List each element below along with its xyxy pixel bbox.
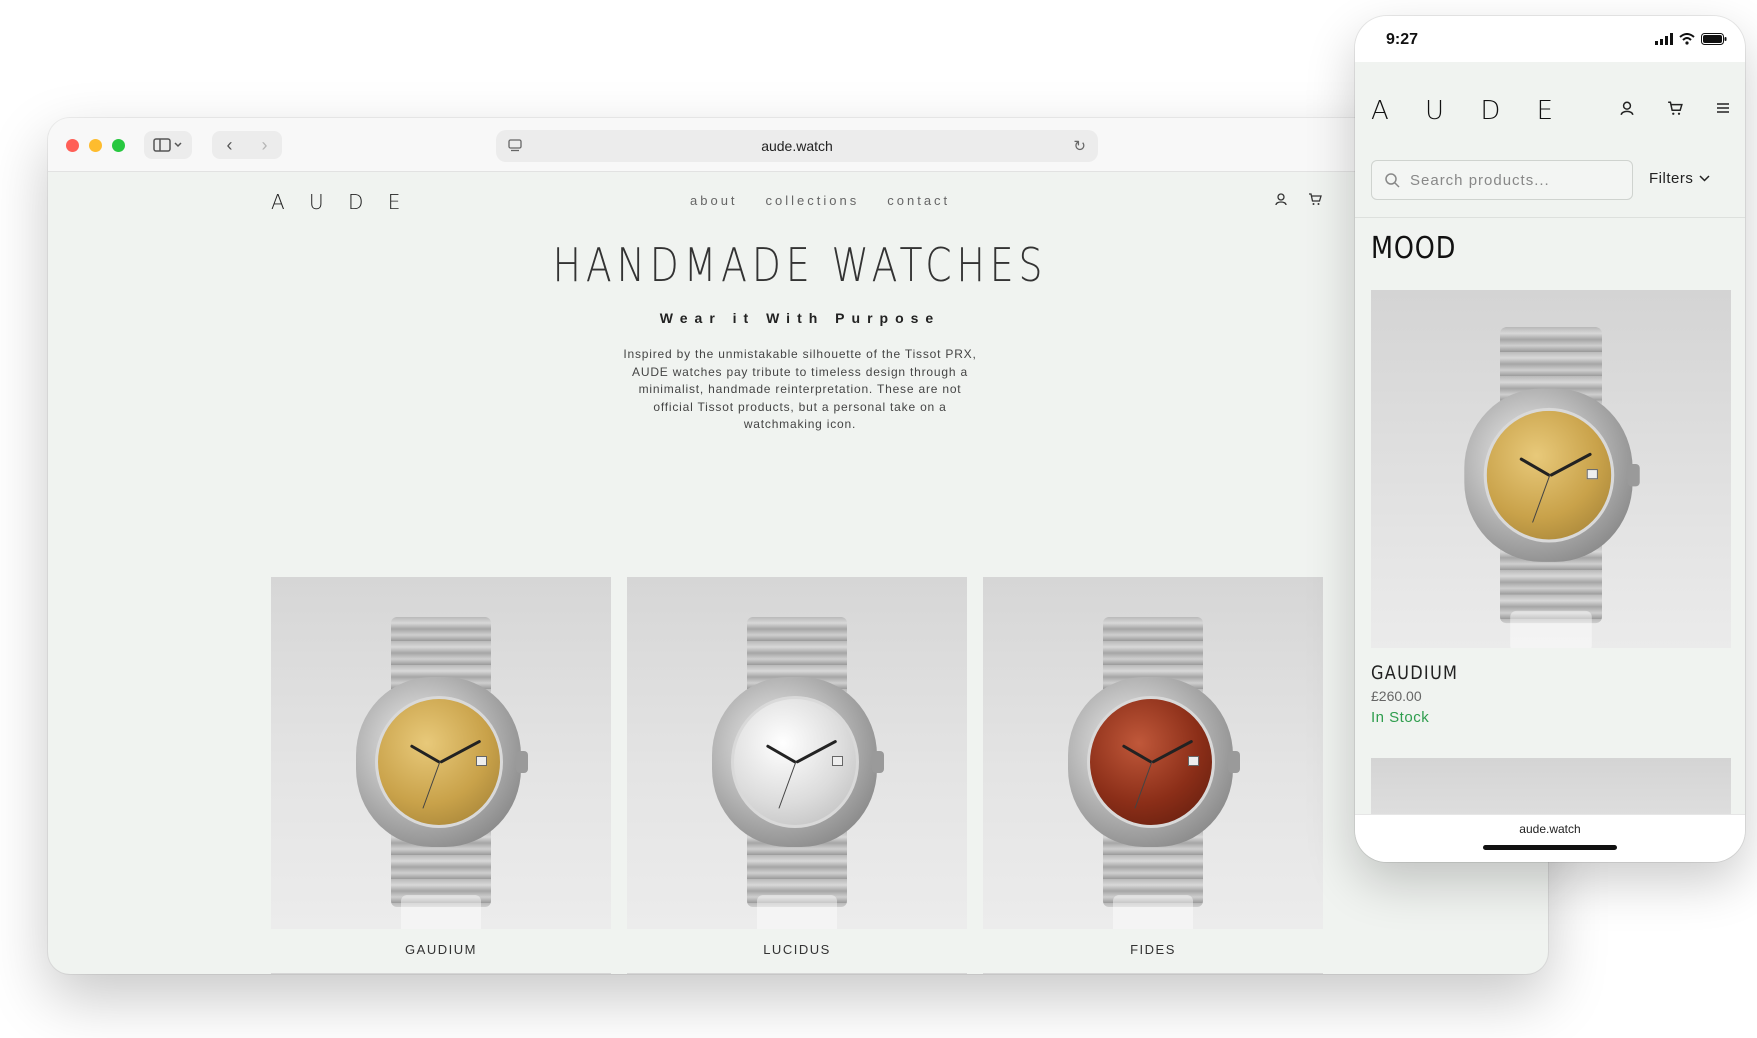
watch-illustration <box>1464 290 1640 648</box>
header-actions <box>1274 192 1324 208</box>
product-image[interactable] <box>983 577 1323 929</box>
chevron-down-icon <box>1699 175 1710 182</box>
search-input[interactable]: Search products... <box>1371 160 1633 200</box>
watch-illustration <box>712 577 884 929</box>
signal-icon <box>1655 33 1673 45</box>
search-icon <box>1385 173 1400 188</box>
hero-subtitle: Wear it With Purpose <box>659 310 941 326</box>
product-image[interactable] <box>271 973 611 974</box>
product-name[interactable]: GAUDIUM <box>271 942 611 957</box>
product-card-lucidus[interactable]: LUCIDUS <box>627 577 967 957</box>
status-icons <box>1655 33 1727 45</box>
product-card[interactable] <box>627 973 967 974</box>
forward-button[interactable]: › <box>247 131 282 159</box>
account-icon[interactable] <box>1274 192 1290 208</box>
collection-title: MOOD <box>1371 231 1457 266</box>
filters-label: Filters <box>1649 170 1694 187</box>
page-menu-icon[interactable] <box>508 139 522 152</box>
mobile-url: aude.watch <box>1519 822 1581 836</box>
nav-link-about[interactable]: about <box>690 193 738 208</box>
cart-icon[interactable] <box>1667 100 1685 118</box>
search-placeholder: Search products... <box>1410 171 1550 189</box>
product-name[interactable]: LUCIDUS <box>627 942 967 957</box>
history-nav: ‹ › <box>212 131 282 159</box>
address-bar[interactable]: aude.watch ↻ <box>496 130 1098 162</box>
mobile-header-actions <box>1619 100 1733 118</box>
hero-description: Inspired by the unmistakable silhouette … <box>623 347 977 431</box>
sidebar-icon <box>153 138 182 152</box>
close-window-button[interactable] <box>66 139 79 152</box>
stock-status: In Stock <box>1371 709 1430 726</box>
maximize-window-button[interactable] <box>112 139 125 152</box>
product-card-gaudium[interactable]: GAUDIUM <box>271 577 611 957</box>
product-image[interactable] <box>627 577 967 929</box>
wifi-icon <box>1679 33 1695 45</box>
product-card[interactable] <box>271 973 611 974</box>
battery-icon <box>1701 33 1727 45</box>
address-url: aude.watch <box>761 138 833 154</box>
site-logo[interactable]: A U D E <box>271 190 409 214</box>
product-name[interactable]: FIDES <box>983 942 1323 957</box>
mobile-device: 9:27 A U D E Search products... Filters … <box>1355 16 1745 862</box>
watch-illustration <box>1068 577 1240 929</box>
product-image[interactable] <box>983 973 1323 974</box>
home-indicator <box>1483 845 1617 850</box>
hero-section: HANDMADE WATCHES Wear it With Purpose In… <box>48 238 1548 434</box>
product-card[interactable] <box>983 973 1323 974</box>
desktop-browser-window: ‹ › aude.watch ↻ A U D E about collectio… <box>48 118 1548 974</box>
watch-illustration <box>356 577 528 929</box>
mobile-address-bar[interactable]: aude.watch <box>1355 814 1745 862</box>
product-image[interactable] <box>271 577 611 929</box>
cart-icon[interactable] <box>1308 192 1324 208</box>
main-navigation: about collections contact <box>690 193 950 208</box>
product-card-fides[interactable]: FIDES <box>983 577 1323 957</box>
product-price: £260.00 <box>1371 688 1422 704</box>
nav-link-contact[interactable]: contact <box>887 193 950 208</box>
header-divider <box>1355 217 1745 218</box>
mobile-product-card[interactable]: GAUDIUM £260.00 In Stock <box>1371 290 1731 726</box>
filters-button[interactable]: Filters <box>1649 170 1710 187</box>
mobile-site-logo[interactable]: A U D E <box>1371 96 1567 126</box>
website-content: A U D E about collections contact HANDMA… <box>48 172 1548 974</box>
reload-icon[interactable]: ↻ <box>1073 137 1086 155</box>
product-image[interactable] <box>1371 290 1731 648</box>
browser-toolbar: ‹ › aude.watch ↻ <box>48 118 1548 172</box>
back-button[interactable]: ‹ <box>212 131 247 159</box>
menu-icon[interactable] <box>1715 100 1733 118</box>
minimize-window-button[interactable] <box>89 139 102 152</box>
nav-link-collections[interactable]: collections <box>766 193 860 208</box>
account-icon[interactable] <box>1619 100 1637 118</box>
status-time: 9:27 <box>1386 31 1419 48</box>
mobile-header: A U D E Search products... Filters <box>1355 62 1745 217</box>
hero-title: HANDMADE WATCHES <box>552 238 1048 292</box>
product-name[interactable]: GAUDIUM <box>1371 662 1677 684</box>
status-bar: 9:27 <box>1355 16 1745 62</box>
sidebar-toggle-button[interactable] <box>144 131 192 159</box>
product-image[interactable] <box>627 973 967 974</box>
